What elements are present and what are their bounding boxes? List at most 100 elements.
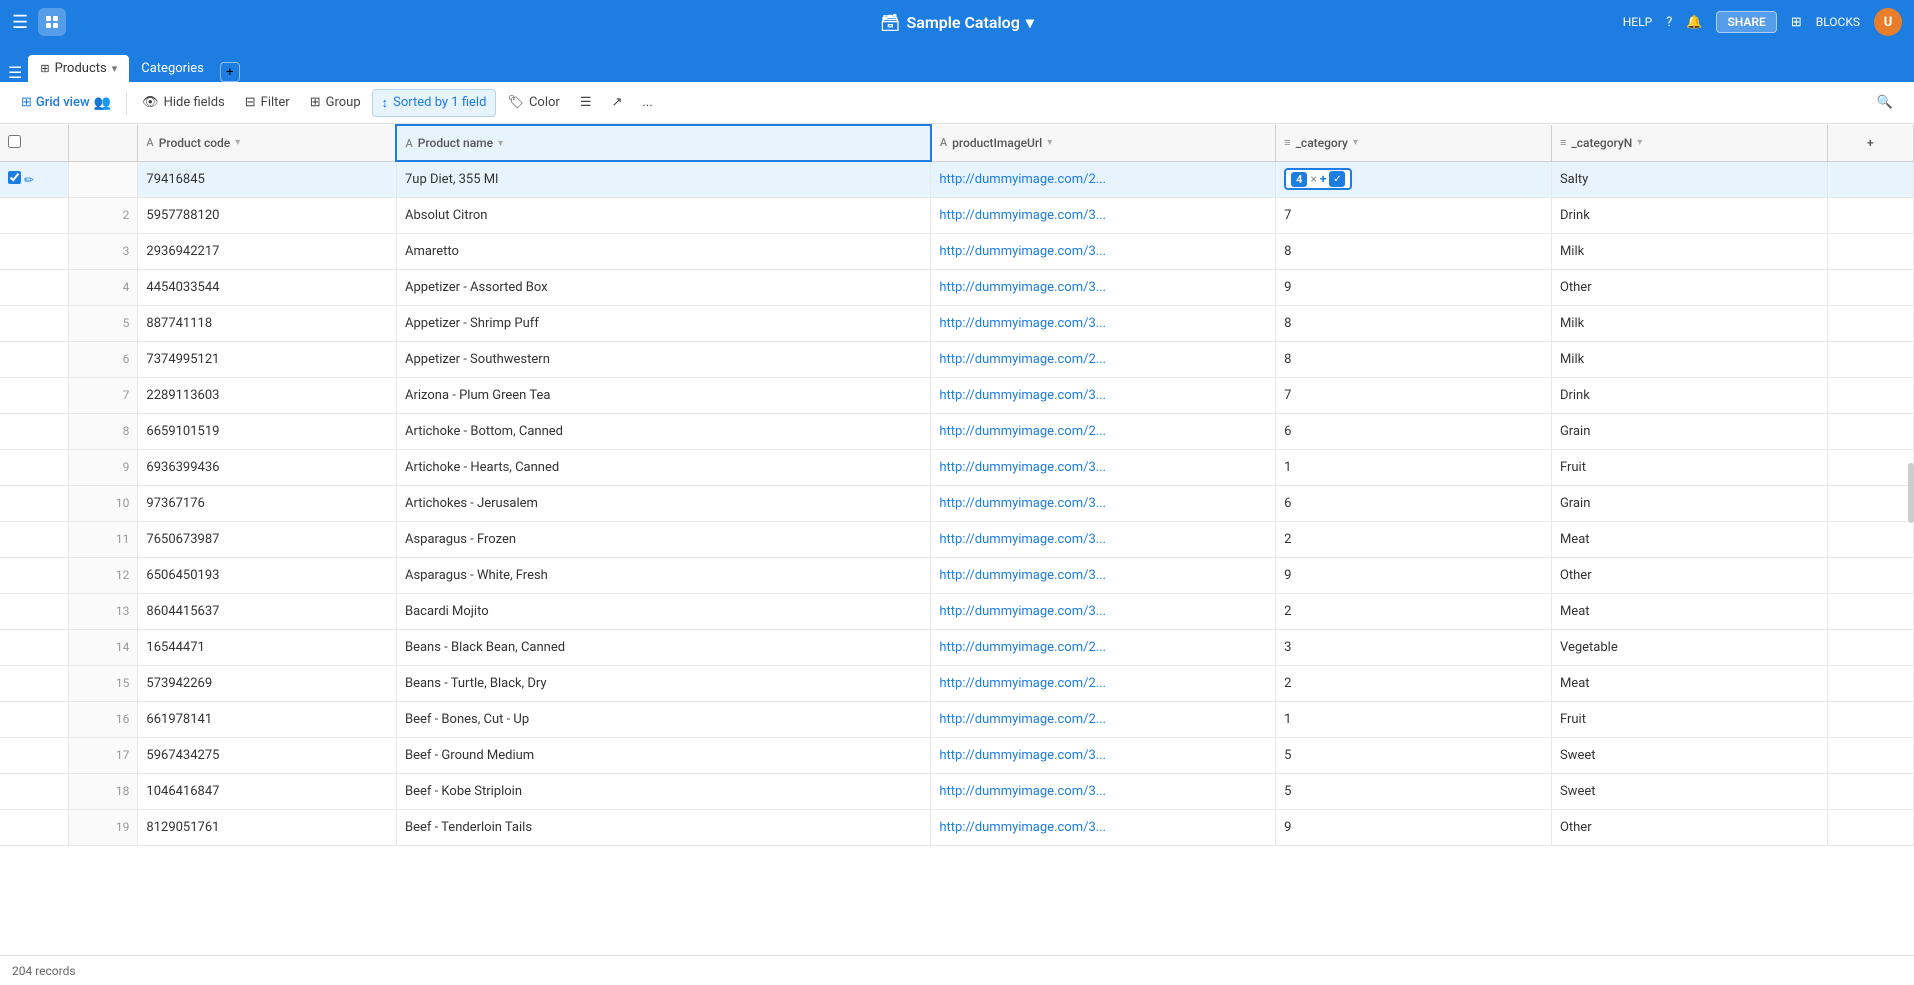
- row-checkbox-cell[interactable]: [0, 701, 69, 737]
- image-url-dropdown-icon[interactable]: ▾: [1047, 137, 1052, 148]
- row-checkbox-cell[interactable]: [0, 665, 69, 701]
- row-checkbox[interactable]: [8, 171, 21, 184]
- product-name-dropdown-icon[interactable]: ▾: [498, 138, 503, 149]
- category-n-dropdown-icon[interactable]: ▾: [1637, 137, 1642, 148]
- image-url-link[interactable]: http://dummyimage.com/3...: [939, 280, 1106, 295]
- filter-button[interactable]: ⊟ Filter: [236, 90, 299, 115]
- image-url-link[interactable]: http://dummyimage.com/3...: [939, 820, 1106, 835]
- data-table: A Product code ▾ A Product name ▾ A: [0, 124, 1914, 846]
- image-url-link[interactable]: http://dummyimage.com/2...: [939, 424, 1106, 439]
- user-avatar[interactable]: U: [1874, 8, 1902, 36]
- add-field-icon[interactable]: +: [1867, 136, 1874, 150]
- share-button[interactable]: SHARE: [1716, 11, 1776, 33]
- help-link[interactable]: HELP: [1623, 15, 1652, 29]
- image-url-link[interactable]: http://dummyimage.com/3...: [939, 784, 1106, 799]
- image-url-cell: http://dummyimage.com/3...: [931, 377, 1276, 413]
- image-url-link[interactable]: http://dummyimage.com/3...: [939, 460, 1106, 475]
- search-button[interactable]: 🔍: [1868, 90, 1902, 115]
- row-number: 14: [69, 629, 138, 665]
- image-url-link[interactable]: http://dummyimage.com/2...: [939, 712, 1106, 727]
- row-checkbox-cell[interactable]: [0, 521, 69, 557]
- image-url-link[interactable]: http://dummyimage.com/3...: [939, 568, 1106, 583]
- add-row-cell: [1827, 809, 1913, 845]
- hide-fields-button[interactable]: 👁 Hide fields: [133, 90, 234, 115]
- tab-categories[interactable]: Categories: [129, 55, 216, 82]
- row-number: 15: [69, 665, 138, 701]
- table-row: 138604415637Bacardi Mojitohttp://dummyim…: [0, 593, 1914, 629]
- image-url-link[interactable]: http://dummyimage.com/3...: [939, 208, 1106, 223]
- header-image-url[interactable]: A productImageUrl ▾: [931, 125, 1276, 161]
- add-row-cell: [1827, 521, 1913, 557]
- tab-products-dropdown[interactable]: ▾: [112, 62, 118, 75]
- header-add-col[interactable]: +: [1827, 125, 1913, 161]
- group-label: Group: [326, 95, 361, 110]
- row-checkbox-cell[interactable]: [0, 737, 69, 773]
- row-checkbox-cell[interactable]: [0, 557, 69, 593]
- more-button[interactable]: ...: [633, 90, 661, 115]
- row-checkbox-cell[interactable]: [0, 413, 69, 449]
- image-url-link[interactable]: http://dummyimage.com/2...: [939, 676, 1106, 691]
- image-url-link[interactable]: http://dummyimage.com/3...: [939, 496, 1106, 511]
- edit-row-icon[interactable]: ✏: [24, 173, 34, 187]
- row-checkbox-cell[interactable]: [0, 377, 69, 413]
- color-button[interactable]: 🏷 Color: [498, 90, 568, 115]
- blocks-icon[interactable]: ⊞: [1791, 15, 1802, 30]
- image-url-link[interactable]: http://dummyimage.com/3...: [939, 388, 1106, 403]
- row-checkbox-cell[interactable]: [0, 449, 69, 485]
- blocks-label[interactable]: BLOCKS: [1816, 15, 1860, 29]
- catalog-dropdown-icon[interactable]: ▾: [1026, 13, 1034, 32]
- sidebar-toggle[interactable]: ☰: [8, 63, 22, 82]
- tab-products[interactable]: ⊞ Products ▾: [28, 55, 129, 82]
- scroll-indicator[interactable]: [1908, 463, 1914, 523]
- share-view-button[interactable]: ↗: [602, 90, 631, 115]
- row-checkbox-cell[interactable]: [0, 233, 69, 269]
- header-product-code-label: Product code: [159, 136, 231, 150]
- header-product-code[interactable]: A Product code ▾: [138, 125, 397, 161]
- row-checkbox-cell[interactable]: [0, 197, 69, 233]
- image-url-link[interactable]: http://dummyimage.com/3...: [939, 316, 1106, 331]
- row-height-button[interactable]: ☰: [571, 90, 601, 115]
- header-product-name[interactable]: A Product name ▾: [396, 125, 930, 161]
- row-checkbox-cell[interactable]: [0, 593, 69, 629]
- group-button[interactable]: ⊞ Group: [301, 90, 370, 115]
- image-url-link[interactable]: http://dummyimage.com/3...: [939, 748, 1106, 763]
- add-row-cell: [1827, 485, 1913, 521]
- sort-remove-icon[interactable]: ×: [1310, 172, 1316, 186]
- select-all-checkbox[interactable]: [8, 135, 21, 148]
- table-container: A Product code ▾ A Product name ▾ A: [0, 124, 1914, 955]
- row-checkbox-cell[interactable]: [0, 629, 69, 665]
- row-checkbox-cell[interactable]: [0, 485, 69, 521]
- category-cell: 3: [1276, 629, 1552, 665]
- sort-add-icon[interactable]: +: [1320, 172, 1327, 186]
- category-dropdown-icon[interactable]: ▾: [1353, 137, 1358, 148]
- top-nav-right: HELP ? 🔔 SHARE ⊞ BLOCKS U: [1623, 8, 1902, 36]
- image-url-link[interactable]: http://dummyimage.com/2...: [939, 172, 1106, 187]
- plus-icon: +: [226, 65, 233, 80]
- image-url-link[interactable]: http://dummyimage.com/3...: [939, 244, 1106, 259]
- row-checkbox-cell[interactable]: [0, 341, 69, 377]
- header-checkbox-col[interactable]: [0, 125, 69, 161]
- product-code-cell: 661978141: [138, 701, 397, 737]
- sort-check-icon[interactable]: ✓: [1329, 171, 1345, 187]
- image-url-link[interactable]: http://dummyimage.com/3...: [939, 532, 1106, 547]
- image-url-link[interactable]: http://dummyimage.com/2...: [939, 352, 1106, 367]
- row-checkbox-cell[interactable]: ✏: [0, 161, 69, 197]
- toolbar: ⊞ Grid view 👥 👁 Hide fields ⊟ Filter ⊞ G…: [0, 82, 1914, 124]
- product-code-dropdown-icon[interactable]: ▾: [235, 137, 240, 148]
- header-category-n[interactable]: ≡ _categoryN ▾: [1551, 125, 1827, 161]
- row-checkbox-cell[interactable]: [0, 773, 69, 809]
- add-table-button[interactable]: +: [220, 62, 240, 82]
- row-checkbox-cell[interactable]: [0, 809, 69, 845]
- product-code-cell: 7650673987: [138, 521, 397, 557]
- image-url-cell: http://dummyimage.com/2...: [931, 629, 1276, 665]
- sort-button[interactable]: ↕ Sorted by 1 field: [372, 89, 497, 117]
- hamburger-menu[interactable]: ☰: [12, 12, 28, 33]
- image-url-link[interactable]: http://dummyimage.com/2...: [939, 640, 1106, 655]
- view-toggle-button[interactable]: ⊞ Grid view 👥: [12, 90, 120, 116]
- row-checkbox-cell[interactable]: [0, 269, 69, 305]
- image-url-link[interactable]: http://dummyimage.com/3...: [939, 604, 1106, 619]
- row-checkbox-cell[interactable]: [0, 305, 69, 341]
- help-icon[interactable]: ?: [1666, 15, 1672, 30]
- header-category[interactable]: ≡ _category ▾: [1276, 125, 1552, 161]
- notification-icon[interactable]: 🔔: [1686, 15, 1702, 30]
